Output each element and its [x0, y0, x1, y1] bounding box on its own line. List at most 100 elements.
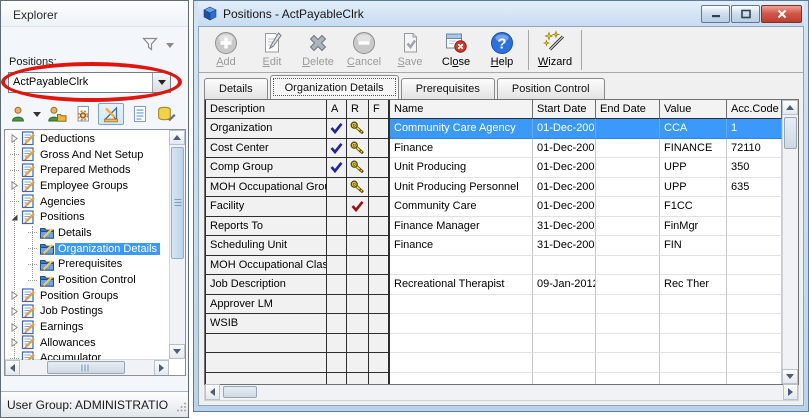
close-button[interactable]: Close: [433, 29, 479, 72]
cell-value[interactable]: [660, 334, 727, 354]
cell-f[interactable]: [369, 373, 390, 386]
cell-a[interactable]: [327, 217, 347, 237]
cell-name[interactable]: [390, 334, 533, 354]
cell-value[interactable]: UPP: [660, 178, 727, 198]
scroll-down-button[interactable]: [169, 344, 185, 359]
filter-caret-icon[interactable]: [166, 43, 174, 48]
cell-end-date[interactable]: [596, 334, 660, 354]
cell-name[interactable]: Recreational Therapist: [390, 275, 533, 295]
cell-f[interactable]: [369, 256, 390, 276]
cell-f[interactable]: [369, 158, 390, 178]
cell-value[interactable]: UPP: [660, 158, 727, 178]
tree-item-deductions[interactable]: Deductions: [5, 131, 170, 147]
cell-value[interactable]: FIN: [660, 236, 727, 256]
cell-start-date[interactable]: 01-Dec-2007: [533, 178, 596, 198]
grid-row-empty[interactable]: [205, 334, 784, 354]
cell-f[interactable]: [369, 295, 390, 315]
col-header-description[interactable]: Description: [205, 100, 327, 119]
expand-icon[interactable]: [9, 291, 20, 300]
grid-horizontal-scrollbar[interactable]: [204, 385, 799, 401]
cell-acc-code[interactable]: [727, 236, 782, 256]
cell-start-date[interactable]: [533, 373, 596, 386]
grid-vertical-scrollbar[interactable]: [782, 100, 798, 384]
grid-row-facility[interactable]: FacilityCommunity Care01-Dec-2007F1CC: [205, 197, 784, 217]
cell-value[interactable]: [660, 295, 727, 315]
tab-organization-details[interactable]: Organization Details: [270, 75, 399, 99]
cell-a[interactable]: [327, 334, 347, 354]
scroll-right-button[interactable]: [154, 360, 169, 376]
cell-f[interactable]: [369, 275, 390, 295]
resize-grip[interactable]: [175, 401, 187, 416]
cell-end-date[interactable]: [596, 353, 660, 373]
expand-icon[interactable]: [9, 181, 20, 190]
help-button[interactable]: ? Help: [479, 29, 525, 72]
cell-f[interactable]: [369, 197, 390, 217]
cell-a[interactable]: [327, 373, 347, 386]
grid-scroll-up-button[interactable]: [782, 100, 798, 115]
cell-acc-code[interactable]: 72110: [727, 139, 782, 159]
tree-item-employee-groups[interactable]: Employee Groups: [5, 178, 170, 194]
cell-value[interactable]: [660, 353, 727, 373]
tab-details[interactable]: Details: [204, 78, 268, 99]
gear-document-icon[interactable]: [72, 103, 93, 125]
cell-acc-code[interactable]: 1: [727, 119, 782, 139]
cell-end-date[interactable]: [596, 373, 660, 386]
cell-r[interactable]: [347, 314, 369, 334]
cell-description[interactable]: Cost Center: [205, 139, 327, 159]
cell-name[interactable]: Finance: [390, 139, 533, 159]
grid-row-job-description[interactable]: Job DescriptionRecreational Therapist09-…: [205, 275, 784, 295]
grid-scroll-right-button[interactable]: [783, 384, 798, 400]
cell-r[interactable]: [347, 295, 369, 315]
user-icon[interactable]: [7, 103, 28, 125]
cell-start-date[interactable]: [533, 334, 596, 354]
grid-scroll-down-button[interactable]: [782, 369, 798, 384]
cell-name[interactable]: Finance: [390, 236, 533, 256]
tree-item-job-postings[interactable]: Job Postings: [5, 304, 170, 320]
cell-acc-code[interactable]: [727, 353, 782, 373]
positions-dropdown[interactable]: ActPayableClrk: [8, 72, 171, 93]
cell-description[interactable]: [205, 373, 327, 386]
user-caret-icon[interactable]: [33, 112, 41, 117]
cell-start-date[interactable]: [533, 295, 596, 315]
cell-start-date[interactable]: [533, 314, 596, 334]
dropdown-arrow-button[interactable]: [152, 73, 170, 92]
cell-description[interactable]: [205, 334, 327, 354]
database-edit-icon[interactable]: [155, 103, 176, 125]
cell-value[interactable]: FINANCE: [660, 139, 727, 159]
grid-row-organization[interactable]: OrganizationCommunity Care Agency01-Dec-…: [205, 119, 784, 139]
grid-row-moh-occupational-clas[interactable]: MOH Occupational Clas: [205, 256, 784, 276]
cell-end-date[interactable]: [596, 158, 660, 178]
cell-start-date[interactable]: 01-Dec-2007: [533, 119, 596, 139]
tree-item-gross-and-net-setup[interactable]: Gross And Net Setup: [5, 147, 170, 163]
collapse-icon[interactable]: [9, 213, 20, 222]
tree-item-prerequisites[interactable]: Prerequisites: [5, 257, 170, 273]
cell-f[interactable]: [369, 217, 390, 237]
grid-row-empty[interactable]: [205, 353, 784, 373]
cell-name[interactable]: [390, 256, 533, 276]
cell-r[interactable]: [347, 256, 369, 276]
tree-item-earnings[interactable]: Earnings: [5, 319, 170, 335]
cell-name[interactable]: [390, 295, 533, 315]
cell-r[interactable]: [347, 119, 369, 139]
cell-a[interactable]: [327, 353, 347, 373]
cell-a[interactable]: [327, 236, 347, 256]
cell-end-date[interactable]: [596, 314, 660, 334]
cell-a[interactable]: [327, 178, 347, 198]
cell-r[interactable]: [347, 158, 369, 178]
col-header-start-date[interactable]: Start Date: [533, 100, 596, 119]
grid-hscroll-thumb[interactable]: [223, 386, 257, 398]
tab-prerequisites[interactable]: Prerequisites: [401, 78, 495, 99]
cell-acc-code[interactable]: [727, 295, 782, 315]
grid-row-wsib[interactable]: WSIB: [205, 314, 784, 334]
cell-description[interactable]: Facility: [205, 197, 327, 217]
col-header-f[interactable]: F: [369, 100, 390, 119]
cell-f[interactable]: [369, 353, 390, 373]
close-window-button[interactable]: [761, 5, 802, 23]
filter-funnel-icon[interactable]: [142, 37, 158, 54]
grid-row-moh-occupational-grou[interactable]: MOH Occupational GrouUnit Producing Pers…: [205, 178, 784, 198]
cell-end-date[interactable]: [596, 178, 660, 198]
cell-end-date[interactable]: [596, 197, 660, 217]
cell-r[interactable]: [347, 373, 369, 386]
cell-name[interactable]: Unit Producing Personnel: [390, 178, 533, 198]
tree-item-prepared-methods[interactable]: Prepared Methods: [5, 162, 170, 178]
